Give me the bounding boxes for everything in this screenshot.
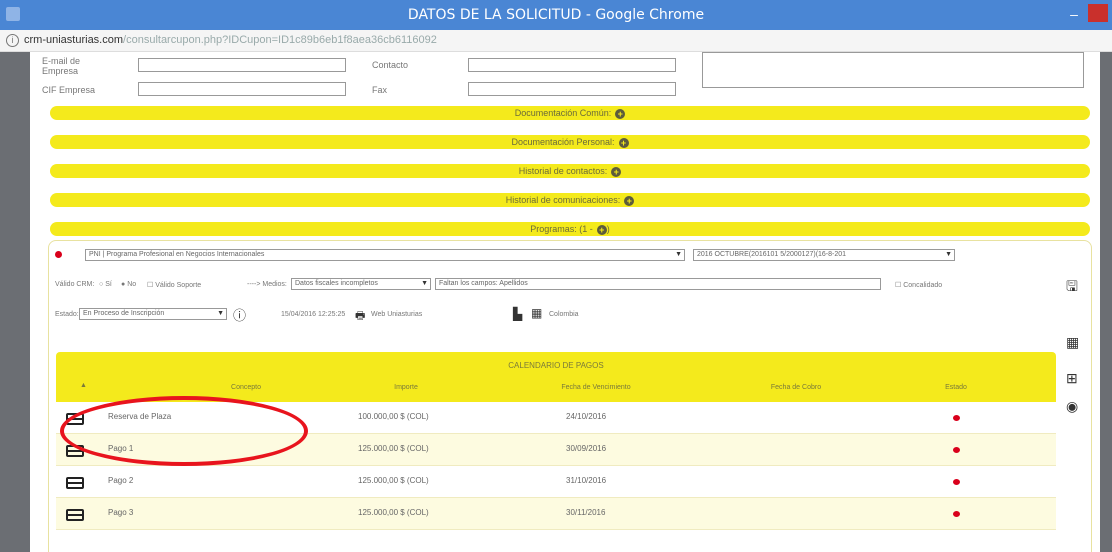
cif-field[interactable]: [138, 82, 346, 96]
credit-card-icon[interactable]: [66, 477, 84, 489]
window-title: DATOS DE LA SOLICITUD - Google Chrome: [407, 7, 705, 23]
email-label: E-mail de Empresa: [42, 56, 81, 76]
cell-concepto: Pago 3: [108, 508, 134, 517]
medios-select[interactable]: Datos fiscales incompletos ▼: [291, 278, 431, 290]
status-dot: [953, 511, 960, 517]
contact-field[interactable]: [468, 58, 676, 72]
calendar-icon[interactable]: ▦: [1066, 334, 1079, 351]
column-header-importe[interactable]: Importe: [356, 384, 456, 391]
table-row[interactable]: Pago 2 125.000,00 $ (COL) 31/10/2016: [56, 466, 1056, 498]
country-label: Colombia: [549, 311, 579, 318]
valido-soporte-checkbox[interactable]: ☐ Válido Soporte: [147, 281, 201, 289]
section-label: Historial de contactos:: [518, 166, 608, 176]
web-source-label: Web Uniasturias: [371, 311, 423, 318]
save-icon[interactable]: 🖫: [1066, 276, 1078, 300]
cell-vencimiento: 31/10/2016: [566, 476, 607, 485]
url-host: crm-uniasturias.com: [24, 34, 124, 46]
cell-importe: 125.000,00 $ (COL): [358, 476, 429, 485]
cell-vencimiento: 30/11/2016: [566, 508, 606, 517]
chevron-down-icon: ▼: [217, 310, 224, 317]
radio-no[interactable]: ● No: [121, 281, 136, 288]
cell-importe: 125.000,00 $ (COL): [358, 444, 429, 453]
timestamp: 15/04/2016 12:25:25: [281, 311, 346, 318]
section-historial-contactos[interactable]: Historial de contactos: +: [50, 164, 1090, 178]
column-header-concepto[interactable]: Concepto: [196, 384, 296, 391]
radio-si[interactable]: ○ Sí: [99, 281, 112, 288]
program-status-dot: [55, 251, 62, 258]
cif-label: CIF Empresa: [42, 85, 96, 95]
radio-si-label: Sí: [105, 281, 112, 288]
plus-circle-icon[interactable]: +: [615, 108, 626, 119]
plus-circle-icon[interactable]: +: [596, 224, 607, 235]
section-label: Historial de comunicaciones:: [505, 195, 621, 205]
medios-select-value: Datos fiscales incompletos: [295, 280, 378, 287]
valido-soporte-label: Válido Soporte: [155, 282, 202, 289]
section-documentacion-personal[interactable]: Documentación Personal: +: [50, 135, 1090, 149]
eye-icon[interactable]: ◉: [1066, 398, 1078, 415]
contact-label: Contacto: [372, 60, 409, 70]
edition-select-value: 2016 OCTUBRE(2016101 5/2000127)(16-8-201: [697, 251, 847, 258]
chevron-down-icon: ▼: [675, 251, 682, 258]
cell-concepto: Pago 2: [108, 476, 134, 485]
window-titlebar: DATOS DE LA SOLICITUD - Google Chrome –: [0, 0, 1112, 30]
column-header-vencimiento[interactable]: Fecha de Vencimiento: [536, 384, 656, 391]
minimize-button[interactable]: –: [1064, 6, 1084, 22]
info-icon[interactable]: i: [6, 34, 19, 47]
faltan-campos-value: Faltan los campos: Apellidos: [439, 280, 528, 287]
fax-field[interactable]: [468, 82, 676, 96]
plus-circle-icon[interactable]: +: [618, 137, 629, 148]
cell-importe: 125.000,00 $ (COL): [358, 508, 429, 517]
chevron-down-icon: ▼: [421, 280, 428, 287]
status-dot: [953, 479, 960, 485]
plus-circle-icon[interactable]: +: [611, 166, 622, 177]
fax-label: Fax: [372, 85, 388, 95]
email-field[interactable]: [138, 58, 346, 72]
address-bar[interactable]: i crm-uniasturias.com/consultarcupon.php…: [0, 30, 1112, 52]
table-caption: CALENDARIO DE PAGOS: [508, 361, 604, 370]
url-path: /consultarcupon.php?IDCupon=ID1c89b6eb1f…: [123, 34, 437, 46]
plus-circle-icon[interactable]: +: [624, 195, 635, 206]
section-programas[interactable]: Programas: (1 - +): [50, 222, 1090, 236]
status-dot: [953, 415, 960, 421]
cell-vencimiento: 30/09/2016: [566, 444, 607, 453]
estado-select-value: En Proceso de Inscripción: [83, 310, 165, 317]
table-row[interactable]: Pago 3 125.000,00 $ (COL) 30/11/2016: [56, 498, 1056, 530]
radio-no-label: No: [127, 281, 137, 288]
calendar-icon[interactable]: ▦: [531, 306, 542, 320]
section-historial-comunicaciones[interactable]: Historial de comunicaciones: +: [50, 193, 1090, 207]
section-documentacion-comun[interactable]: Documentación Común: +: [50, 106, 1090, 120]
faltan-campos-field[interactable]: Faltan los campos: Apellidos: [435, 278, 881, 290]
edition-select[interactable]: 2016 OCTUBRE(2016101 5/2000127)(16-8-201…: [693, 249, 955, 261]
notes-textarea[interactable]: [702, 52, 1084, 88]
column-header-cobro[interactable]: Fecha de Cobro: [746, 384, 846, 391]
section-label: Documentación Común:: [514, 108, 612, 118]
info-circle-icon[interactable]: ⓘ: [233, 305, 246, 324]
credit-card-icon[interactable]: [66, 509, 84, 521]
program-select-value: PNI | Programa Profesional en Negocios I…: [89, 251, 265, 258]
medios-label: ----> Medios:: [247, 281, 287, 288]
chevron-down-icon: ▼: [945, 251, 952, 258]
cell-vencimiento: 24/10/2016: [566, 412, 607, 421]
concalidado-label: Concalidado: [903, 282, 943, 289]
folder-icon[interactable]: ▙: [513, 307, 522, 321]
sort-icon[interactable]: ▲: [80, 382, 87, 389]
calendar-add-icon[interactable]: ⊞: [1066, 370, 1078, 387]
printer-icon[interactable]: 🖶: [355, 307, 365, 326]
annotation-ellipse: [60, 396, 308, 466]
section-label: Programas: (1 -: [530, 224, 593, 234]
maximize-button[interactable]: [1088, 4, 1108, 22]
concalidado-checkbox[interactable]: ☐ Concalidado: [895, 281, 942, 289]
estado-select[interactable]: En Proceso de Inscripción ▼: [79, 308, 227, 320]
page-content: E-mail de Empresa Contacto CIF Empresa F…: [30, 52, 1100, 552]
url-text[interactable]: crm-uniasturias.com/consultarcupon.php?I…: [24, 34, 437, 46]
section-label: Documentación Personal:: [511, 137, 615, 147]
cell-importe: 100.000,00 $ (COL): [358, 412, 429, 421]
program-select[interactable]: PNI | Programa Profesional en Negocios I…: [85, 249, 685, 261]
table-header: CALENDARIO DE PAGOS ▲ Concepto Importe F…: [56, 352, 1056, 402]
valido-crm-label: Válido CRM:: [55, 281, 95, 288]
estado-label: Estado:: [55, 311, 79, 318]
status-dot: [953, 447, 960, 453]
column-header-estado[interactable]: Estado: [936, 384, 976, 391]
